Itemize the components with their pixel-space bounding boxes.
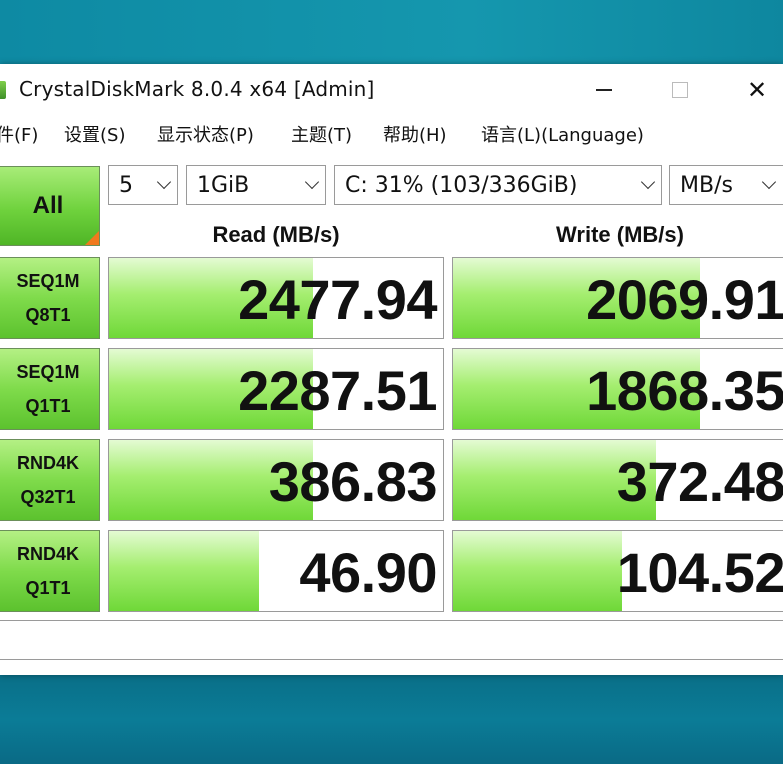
test-button-rnd4k-q1t1[interactable]: RND4K Q1T1 (0, 530, 100, 612)
write-value: 1868.35 (586, 358, 783, 422)
title-bar[interactable]: CrystalDiskMark 8.0.4 x64 [Admin] ✕ (0, 64, 783, 116)
chevron-down-icon (304, 174, 320, 190)
test-label-line2: Q8T1 (25, 305, 71, 325)
chevron-down-icon (761, 174, 777, 190)
write-bar-fill (453, 531, 622, 611)
test-label-line1: SEQ1M (16, 271, 80, 291)
close-icon: ✕ (746, 76, 768, 104)
read-result-seq1m-q8t1: 2477.94 (108, 257, 444, 339)
test-label-line2: Q1T1 (25, 578, 71, 598)
menu-view[interactable]: 显示状态(P) (157, 121, 254, 147)
size-select[interactable]: 1GiB (186, 165, 326, 205)
test-label-line2: Q1T1 (25, 396, 71, 416)
test-label-line1: RND4K (16, 544, 79, 564)
write-result-rnd4k-q1t1: 104.52 (452, 530, 783, 612)
menu-file[interactable]: 件(F) (0, 121, 38, 147)
read-result-rnd4k-q1t1: 46.90 (108, 530, 444, 612)
unit-select[interactable]: MB/s (669, 165, 783, 205)
chevron-down-icon (640, 174, 656, 190)
write-value: 372.48 (616, 449, 783, 513)
count-select-value: 5 (119, 172, 133, 198)
write-value: 104.52 (616, 540, 783, 604)
read-value: 2287.51 (238, 358, 437, 422)
read-value: 2477.94 (238, 267, 437, 331)
write-column-header: Write (MB/s) (556, 222, 684, 247)
count-select[interactable]: 5 (108, 165, 178, 205)
drive-select-value: C: 31% (103/336GiB) (345, 172, 578, 198)
window-title: CrystalDiskMark 8.0.4 x64 [Admin] (19, 77, 375, 101)
close-button[interactable]: ✕ (721, 64, 783, 116)
menu-bar: 件(F) 设置(S) 显示状态(P) 主题(T) 帮助(H) 语言(L)(Lan… (0, 116, 783, 150)
test-label-line1: SEQ1M (16, 362, 80, 382)
minimize-icon (596, 89, 612, 91)
desktop-background-bottom (0, 675, 783, 764)
chevron-down-icon (156, 174, 172, 190)
read-result-rnd4k-q32t1: 386.83 (108, 439, 444, 521)
minimize-button[interactable] (568, 64, 640, 116)
unit-select-value: MB/s (680, 172, 733, 198)
test-button-seq1m-q1t1[interactable]: SEQ1M Q1T1 (0, 348, 100, 430)
size-select-value: 1GiB (197, 172, 250, 198)
test-label-line1: RND4K (16, 453, 79, 473)
menu-settings[interactable]: 设置(S) (64, 121, 125, 147)
write-result-seq1m-q1t1: 1868.35 (452, 348, 783, 430)
read-bar-fill (109, 531, 260, 611)
test-label-line2: Q32T1 (20, 487, 76, 507)
comment-input[interactable] (0, 620, 783, 660)
crystaldiskmark-window: CrystalDiskMark 8.0.4 x64 [Admin] ✕ 件(F)… (0, 64, 783, 675)
app-icon (0, 81, 6, 99)
write-value: 2069.91 (586, 267, 783, 331)
read-column-header: Read (MB/s) (212, 222, 340, 247)
all-button[interactable]: All (0, 166, 100, 246)
all-button-corner-mark (85, 231, 99, 245)
write-result-rnd4k-q32t1: 372.48 (452, 439, 783, 521)
test-button-seq1m-q8t1[interactable]: SEQ1M Q8T1 (0, 257, 100, 339)
read-value: 386.83 (268, 449, 438, 513)
maximize-button[interactable] (644, 64, 716, 116)
read-value: 46.90 (299, 540, 437, 604)
test-button-rnd4k-q32t1[interactable]: RND4K Q32T1 (0, 439, 100, 521)
read-result-seq1m-q1t1: 2287.51 (108, 348, 444, 430)
drive-select[interactable]: C: 31% (103/336GiB) (334, 165, 662, 205)
menu-theme[interactable]: 主题(T) (291, 121, 352, 147)
menu-help[interactable]: 帮助(H) (383, 121, 447, 147)
write-result-seq1m-q8t1: 2069.91 (452, 257, 783, 339)
desktop-background-top (0, 0, 783, 64)
menu-language[interactable]: 语言(L)(Language) (481, 121, 644, 147)
maximize-icon (672, 82, 688, 98)
all-button-label: All (32, 192, 64, 219)
